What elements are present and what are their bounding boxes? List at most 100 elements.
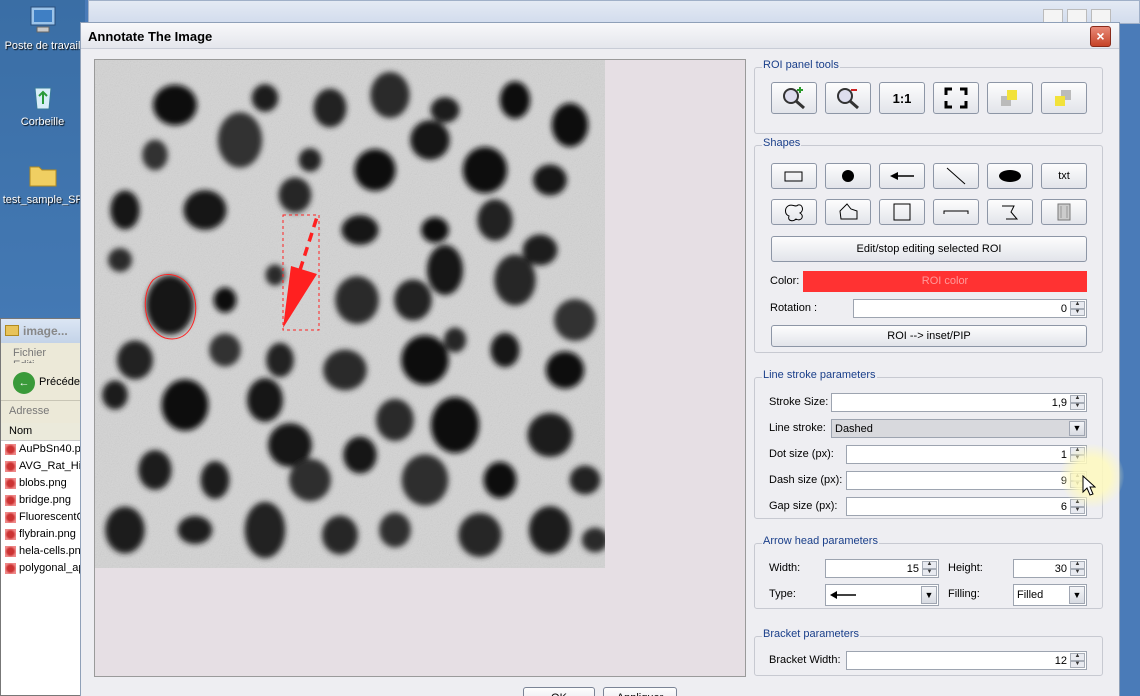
desktop-icon-recycle[interactable]: Corbeille	[0, 80, 85, 128]
spin-up-icon[interactable]: ▲	[1070, 301, 1085, 309]
spin-up-icon[interactable]: ▲	[1070, 653, 1085, 661]
annotate-dialog: Annotate The Image × ROI panel tools 1:1…	[80, 22, 1120, 696]
spin-up-icon[interactable]: ▲	[1070, 395, 1085, 403]
chevron-down-icon[interactable]: ▼	[1069, 586, 1085, 604]
menu-fichier[interactable]: Fichier	[13, 347, 46, 359]
arrow-head-panel: Arrow head parameters Width: 15 ▲ ▼ Heigh…	[754, 535, 1103, 609]
arrow-width-field[interactable]: 15 ▲ ▼	[825, 559, 939, 578]
zoom-out-button[interactable]	[825, 82, 871, 114]
bracket-width-spinner[interactable]: ▲ ▼	[1070, 653, 1085, 668]
arrow-height-field[interactable]: 30 ▲ ▼	[1013, 559, 1087, 578]
blob-particle	[209, 333, 241, 367]
image-canvas[interactable]	[94, 59, 746, 677]
blob-particle	[116, 340, 154, 380]
rotation-field[interactable]: 0 ▲ ▼	[853, 299, 1087, 318]
blob-particle	[545, 351, 585, 389]
file-item[interactable]: flybrain.png	[1, 526, 84, 543]
arrow-type-select[interactable]: ▼	[825, 584, 939, 606]
file-item[interactable]: bridge.png	[1, 492, 84, 509]
explorer-menu: Fichier Editi	[1, 343, 84, 371]
rotation-spinner[interactable]: ▲ ▼	[1070, 301, 1085, 316]
dash-size-field[interactable]: 9 ▲▼	[846, 471, 1087, 490]
chevron-down-icon[interactable]: ▼	[921, 586, 937, 604]
blob-image[interactable]	[95, 60, 605, 568]
spin-up-icon[interactable]: ▲	[1070, 561, 1085, 569]
blob-particle	[490, 332, 520, 368]
filling-select[interactable]: Filled ▼	[1013, 584, 1087, 606]
stroke-size-spinner[interactable]: ▲ ▼	[1070, 395, 1085, 410]
blob-particle	[265, 264, 285, 286]
arrow-tool[interactable]	[879, 163, 925, 189]
fit-button[interactable]	[933, 82, 979, 114]
actual-size-button[interactable]: 1:1	[879, 82, 925, 114]
square-tool[interactable]	[879, 199, 925, 225]
spin-down-icon[interactable]: ▼	[922, 568, 937, 576]
stroke-size-field[interactable]: 1,9 ▲ ▼	[831, 393, 1087, 412]
text-tool[interactable]: txt	[1041, 163, 1087, 189]
apply-button[interactable]: Appliquer	[603, 687, 677, 696]
dot-size-field[interactable]: 1 ▲▼	[846, 445, 1087, 464]
file-item[interactable]: hela-cells.pn	[1, 543, 84, 560]
bracket-tool[interactable]	[933, 199, 979, 225]
file-item[interactable]: AuPbSn40.pn	[1, 441, 84, 458]
zoom-in-button[interactable]	[771, 82, 817, 114]
layer-back-icon	[1001, 90, 1017, 106]
roi-color-swatch[interactable]: ROI color	[803, 271, 1087, 292]
spin-down-icon[interactable]: ▼	[1070, 568, 1085, 576]
send-back-button[interactable]	[987, 82, 1033, 114]
rectangle-icon	[784, 171, 803, 182]
arrow-height-spinner[interactable]: ▲ ▼	[1070, 561, 1085, 576]
ok-button[interactable]: OK	[523, 687, 595, 696]
blob-particle	[527, 412, 573, 458]
line-tool[interactable]	[933, 163, 979, 189]
blob-particle	[401, 335, 449, 385]
explorer-window: image... Fichier Editi ← Précéde Adresse…	[0, 318, 85, 696]
zoom-in-icon	[783, 87, 805, 110]
folder-icon	[27, 158, 59, 190]
arrow-width-spinner[interactable]: ▲ ▼	[922, 561, 937, 576]
rectangle-tool[interactable]	[771, 163, 817, 189]
column-header-name[interactable]: Nom	[1, 423, 84, 441]
chevron-down-icon[interactable]: ▼	[1069, 421, 1085, 436]
file-list: AuPbSn40.pn AVG_Rat_Hip blobs.png bridge…	[1, 441, 84, 577]
inset-pip-button[interactable]: ROI --> inset/PIP	[771, 325, 1087, 347]
dialog-title[interactable]: Annotate The Image ×	[81, 23, 1119, 49]
spin-up-icon[interactable]: ▲	[922, 561, 937, 569]
file-item[interactable]: FluorescentC	[1, 509, 84, 526]
polygon-tool[interactable]	[825, 199, 871, 225]
blob-particle	[533, 164, 567, 196]
desktop-icon-label: Poste de travail	[4, 40, 81, 52]
delete-tool[interactable]	[1041, 199, 1087, 225]
gap-size-field[interactable]: 6 ▲▼	[846, 497, 1087, 516]
freehand-tool[interactable]	[771, 199, 817, 225]
edit-roi-button[interactable]: Edit/stop editing selected ROI	[771, 236, 1087, 262]
blob-particle	[217, 112, 263, 168]
bracket-width-field[interactable]: 12 ▲ ▼	[846, 651, 1087, 670]
file-item[interactable]: blobs.png	[1, 475, 84, 492]
spin-down-icon[interactable]: ▼	[1070, 308, 1085, 316]
back-button[interactable]: ← Précéde	[1, 363, 84, 401]
address-bar[interactable]: Adresse	[1, 401, 84, 423]
desktop-icon-folder[interactable]: test_sample_SF	[0, 158, 85, 206]
spin-down-icon[interactable]: ▼	[1070, 660, 1085, 668]
rotation-label: Rotation :	[770, 302, 818, 314]
file-item[interactable]: polygonal_ap	[1, 560, 84, 577]
blob-particle	[376, 398, 414, 442]
ellipse-tool[interactable]	[987, 163, 1033, 189]
polyline-tool[interactable]	[987, 199, 1033, 225]
line-stroke-select[interactable]: Dashed ▼	[831, 419, 1087, 438]
circle-tool[interactable]	[825, 163, 871, 189]
spin-down-icon[interactable]: ▼	[1070, 506, 1085, 514]
blob-particle	[421, 217, 449, 243]
explorer-title[interactable]: image...	[1, 319, 84, 343]
desktop-icon-computer[interactable]: Poste de travail	[0, 4, 85, 52]
file-item[interactable]: AVG_Rat_Hip	[1, 458, 84, 475]
freehand-icon	[785, 204, 803, 222]
bring-front-button[interactable]	[1041, 82, 1087, 114]
blob-particle	[443, 327, 467, 353]
bracket-width-label: Bracket Width:	[769, 654, 841, 666]
gap-size-label: Gap size (px):	[769, 500, 838, 512]
blob-particle	[323, 349, 367, 391]
close-button[interactable]: ×	[1090, 26, 1111, 47]
spin-down-icon[interactable]: ▼	[1070, 402, 1085, 410]
